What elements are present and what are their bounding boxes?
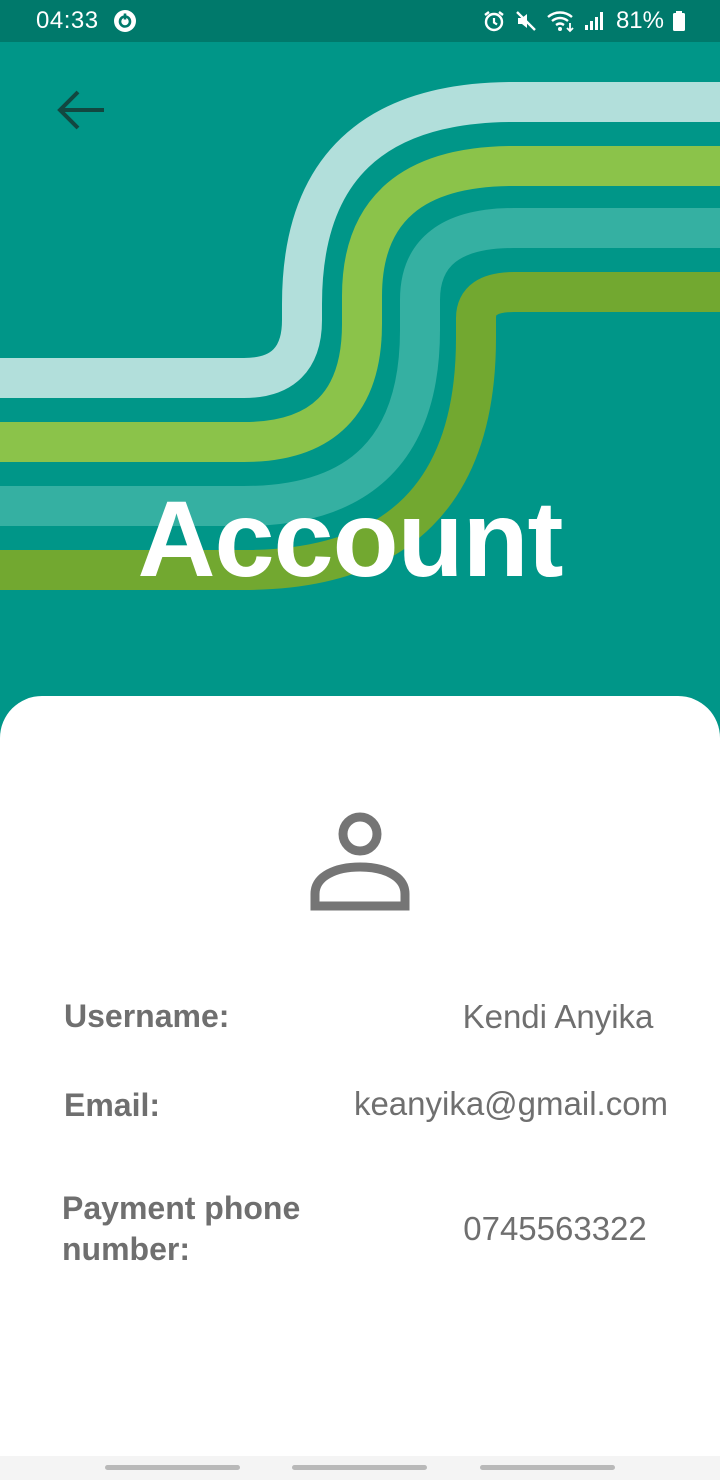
nav-recents-button[interactable] xyxy=(105,1465,240,1470)
payment-phone-label: Payment phone number: xyxy=(62,1190,301,1267)
person-icon xyxy=(310,812,410,911)
account-header: Account xyxy=(0,42,720,742)
header-stripes-graphic xyxy=(0,82,720,590)
email-label: Email: xyxy=(64,1087,161,1123)
status-icons: 81% xyxy=(482,0,686,42)
system-nav-bar xyxy=(0,1456,720,1480)
username-label: Username: xyxy=(64,998,230,1034)
wifi-icon xyxy=(547,11,574,33)
account-card: Username: Kendi Anyika Email: keanyika@g… xyxy=(0,696,720,1456)
username-value: Kendi Anyika xyxy=(462,998,654,1035)
battery-percent: 81% xyxy=(615,7,664,34)
page-title: Account xyxy=(137,478,564,599)
status-bar: 04:33 81% xyxy=(0,0,720,42)
mute-icon xyxy=(516,11,536,31)
alarm-icon xyxy=(484,11,504,32)
arrow-back-icon[interactable] xyxy=(50,84,110,136)
data-saver-icon xyxy=(114,10,136,32)
payment-phone-value: 0745563322 xyxy=(463,1210,647,1247)
battery-icon xyxy=(673,11,685,31)
nav-home-button[interactable] xyxy=(292,1465,427,1470)
nav-back-button[interactable] xyxy=(480,1465,615,1470)
status-time: 04:33 xyxy=(36,7,99,34)
cell-signal-icon xyxy=(584,12,603,30)
email-value: keanyika@gmail.com xyxy=(353,1085,669,1122)
